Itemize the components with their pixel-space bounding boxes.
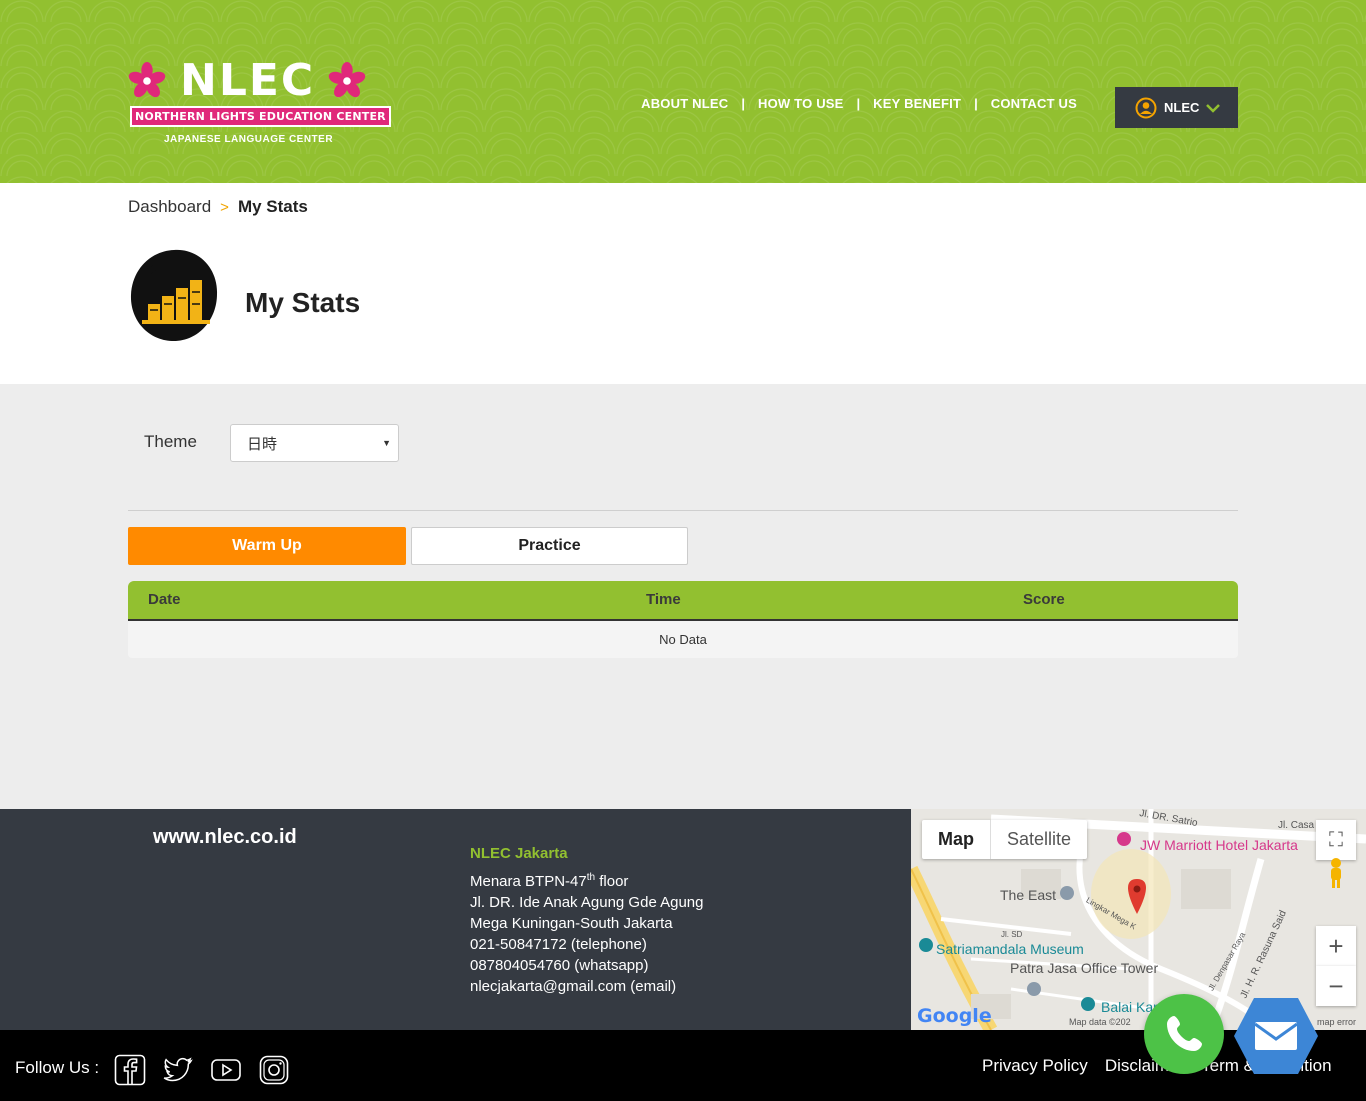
site-logo[interactable]: NLEC NORTHERN LIGHTS EDUCATION CENTER JA… [128,55,391,148]
facebook-icon[interactable] [114,1054,146,1086]
site-url[interactable]: www.nlec.co.id [153,826,297,849]
map-tab-satellite[interactable]: Satellite [991,820,1087,859]
breadcrumb-separator: > [220,198,229,216]
office-email[interactable]: nlecjakarta@gmail.com (email) [470,976,704,997]
theme-select[interactable]: 日時 ▼ [230,424,399,462]
section-divider [128,510,1238,511]
nav-contact[interactable]: CONTACT US [978,96,1090,111]
logo-tagline: JAPANESE LANGUAGE CENTER [164,134,334,145]
breadcrumb-current: My Stats [237,197,308,216]
zoom-in-icon[interactable]: + [1316,926,1356,966]
breadcrumb-dashboard[interactable]: Dashboard [128,197,211,217]
stats-table: Date Time Score No Data [128,581,1238,658]
no-data-text: No Data [659,632,707,647]
twitter-icon[interactable] [162,1054,194,1086]
map-label-museum: Satriamandala Museum [936,941,1084,957]
office-phone[interactable]: 021-50847172 (telephone) [470,934,704,955]
user-name: NLEC [1164,100,1200,115]
theme-label: Theme [144,432,197,451]
google-logo: Google [917,1005,992,1027]
tab-warm-up[interactable]: Warm Up [128,527,406,565]
page-header-section: Dashboard > My Stats My Stats [0,183,1366,384]
follow-us-label: Follow Us : [15,1058,100,1077]
map-type-tabs: Map Satellite [922,820,1088,859]
zoom-out-icon[interactable]: − [1316,966,1356,1006]
instagram-icon[interactable] [258,1054,290,1086]
nav-key-benefit[interactable]: KEY BENEFIT [860,96,974,111]
office-name: NLEC Jakarta [470,845,568,862]
map-error-link[interactable]: map error [1317,1017,1356,1027]
user-menu-button[interactable]: NLEC [1115,87,1238,128]
breadcrumb: Dashboard > My Stats [128,197,308,217]
sakura-flower-icon [128,62,166,98]
map-attribution: Map data ©202 [1069,1017,1131,1027]
map-label-the-east: The East [1000,887,1057,903]
map-label-sd: Jl. SD [1001,930,1023,939]
map-label-marriott: JW Marriott Hotel Jakarta [1140,837,1298,853]
main-nav: ABOUT NLEC | HOW TO USE | KEY BENEFIT | … [628,96,1090,111]
privacy-policy-link[interactable]: Privacy Policy [982,1056,1088,1076]
office-line-3: Mega Kuningan-South Jakarta [470,915,673,932]
nav-how-to-use[interactable]: HOW TO USE [745,96,857,111]
office-line-1: Menara BTPN-47th floor [470,872,629,890]
bar-chart-brush-icon [130,249,218,342]
map-label-patra: Patra Jasa Office Tower [1010,960,1159,976]
chevron-down-icon [1206,103,1221,113]
page-title: My Stats [245,287,361,318]
theme-select-value: 日時 [247,435,278,453]
map-label-casa: Jl. Casa [1278,820,1315,831]
office-address: NLEC Jakarta Menara BTPN-47th floor Jl. … [470,843,704,997]
map-tab-map[interactable]: Map [922,820,991,859]
tab-practice[interactable]: Practice [411,527,688,565]
nav-about[interactable]: ABOUT NLEC [628,96,741,111]
caret-down-icon: ▼ [382,438,391,448]
sakura-flower-icon [328,62,366,98]
street-view-pegman-icon[interactable] [1327,857,1345,889]
table-header: Date Time Score [128,581,1238,621]
table-empty-row: No Data [128,621,1238,658]
column-time[interactable]: Time [646,591,681,608]
column-score[interactable]: Score [1023,591,1065,608]
whatsapp-float-button[interactable] [1144,994,1224,1074]
column-date[interactable]: Date [148,591,181,608]
logo-subtitle: NORTHERN LIGHTS EDUCATION CENTER [130,106,391,127]
envelope-icon [1255,1022,1297,1050]
logo-title: NLEC [180,55,316,106]
youtube-icon[interactable] [210,1054,242,1086]
phone-icon [1167,1016,1202,1051]
office-whatsapp[interactable]: 087804054760 (whatsapp) [470,955,704,976]
office-line-2: Jl. DR. Ide Anak Agung Gde Agung [470,894,704,911]
email-float-button[interactable] [1232,996,1320,1076]
fullscreen-icon[interactable]: ⛶ [1316,820,1356,860]
user-circle-icon [1135,97,1157,118]
